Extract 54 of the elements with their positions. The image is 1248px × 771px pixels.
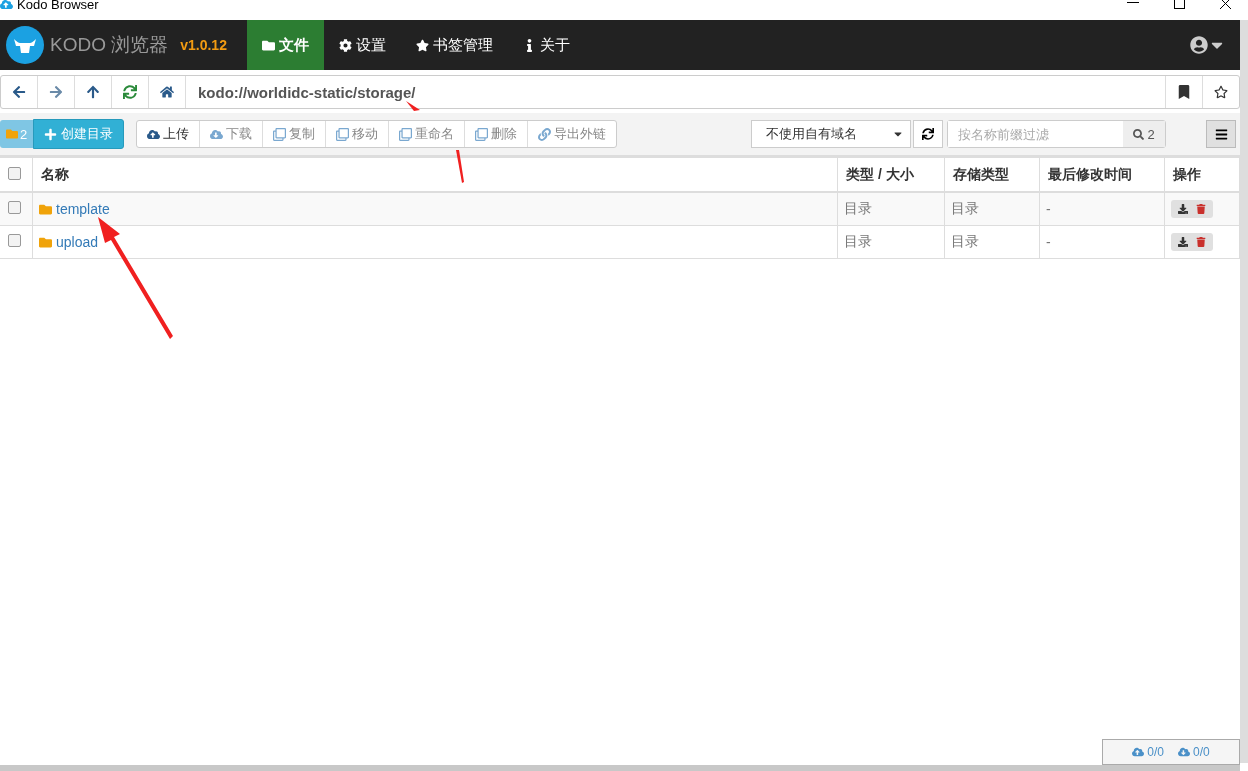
table-cell: 目录 xyxy=(837,192,945,226)
cloud-download-icon xyxy=(210,127,224,141)
window-title: Kodo Browser xyxy=(0,0,99,12)
row-checkbox[interactable] xyxy=(8,201,21,214)
star-icon xyxy=(415,38,429,52)
upload-count: 0/0 xyxy=(1147,745,1164,759)
row-actions[interactable] xyxy=(1171,233,1213,251)
horizontal-scrollbar[interactable] xyxy=(0,765,1240,771)
row-actions[interactable] xyxy=(1171,200,1213,218)
table-cell: - xyxy=(1039,225,1165,259)
copy-icon xyxy=(336,127,350,141)
trash-icon[interactable] xyxy=(1196,237,1206,247)
copy-icon xyxy=(399,127,413,141)
download-icon[interactable] xyxy=(1178,204,1188,214)
folder-link[interactable]: upload xyxy=(56,234,99,250)
folder-icon xyxy=(39,202,52,216)
table-cell: 目录 xyxy=(837,225,945,259)
vertical-scrollbar[interactable] xyxy=(1240,20,1248,763)
version-label: v1.0.12 xyxy=(180,37,227,53)
list-icon xyxy=(1214,127,1228,141)
nav-tab[interactable]: 文件 xyxy=(246,20,324,70)
select-all-checkbox[interactable] xyxy=(8,166,21,180)
domain-select[interactable]: 不使用自有域名 xyxy=(751,120,911,148)
folder-icon xyxy=(6,128,18,140)
refresh-icon xyxy=(922,128,934,140)
table-cell: 目录 xyxy=(944,225,1040,259)
nav-tab[interactable]: 书签管理 xyxy=(400,20,508,70)
nav-tab[interactable]: 设置 xyxy=(323,20,401,70)
download-icon[interactable] xyxy=(1178,237,1188,247)
create-folder-button[interactable]: 创建目录 xyxy=(33,119,125,149)
app-name: KODO 浏览器 xyxy=(50,33,169,57)
refresh-button[interactable] xyxy=(913,120,943,148)
upload-icon xyxy=(1132,746,1145,758)
cloud-upload-icon xyxy=(147,127,161,141)
toolbar-button[interactable]: 上传 xyxy=(137,121,201,147)
copy-icon xyxy=(475,127,489,141)
link-icon xyxy=(538,127,552,141)
folder-icon xyxy=(39,235,52,249)
bull-logo-icon xyxy=(6,26,44,64)
app-icon xyxy=(0,0,13,11)
table-cell: 目录 xyxy=(944,192,1040,226)
copy-icon xyxy=(273,127,287,141)
nav-tab[interactable]: 关于 xyxy=(507,20,585,70)
download-count: 0/0 xyxy=(1193,745,1210,759)
annotation-arrow xyxy=(456,150,466,184)
download-icon xyxy=(1178,746,1190,758)
settings-icon xyxy=(338,38,352,52)
folder-link[interactable]: template xyxy=(56,201,110,217)
list-view-button[interactable] xyxy=(1206,120,1236,148)
folder-icon xyxy=(261,38,275,52)
row-checkbox[interactable] xyxy=(8,234,21,247)
trash-icon[interactable] xyxy=(1196,204,1206,214)
table-cell: - xyxy=(1039,192,1165,226)
plus-icon xyxy=(44,127,58,141)
